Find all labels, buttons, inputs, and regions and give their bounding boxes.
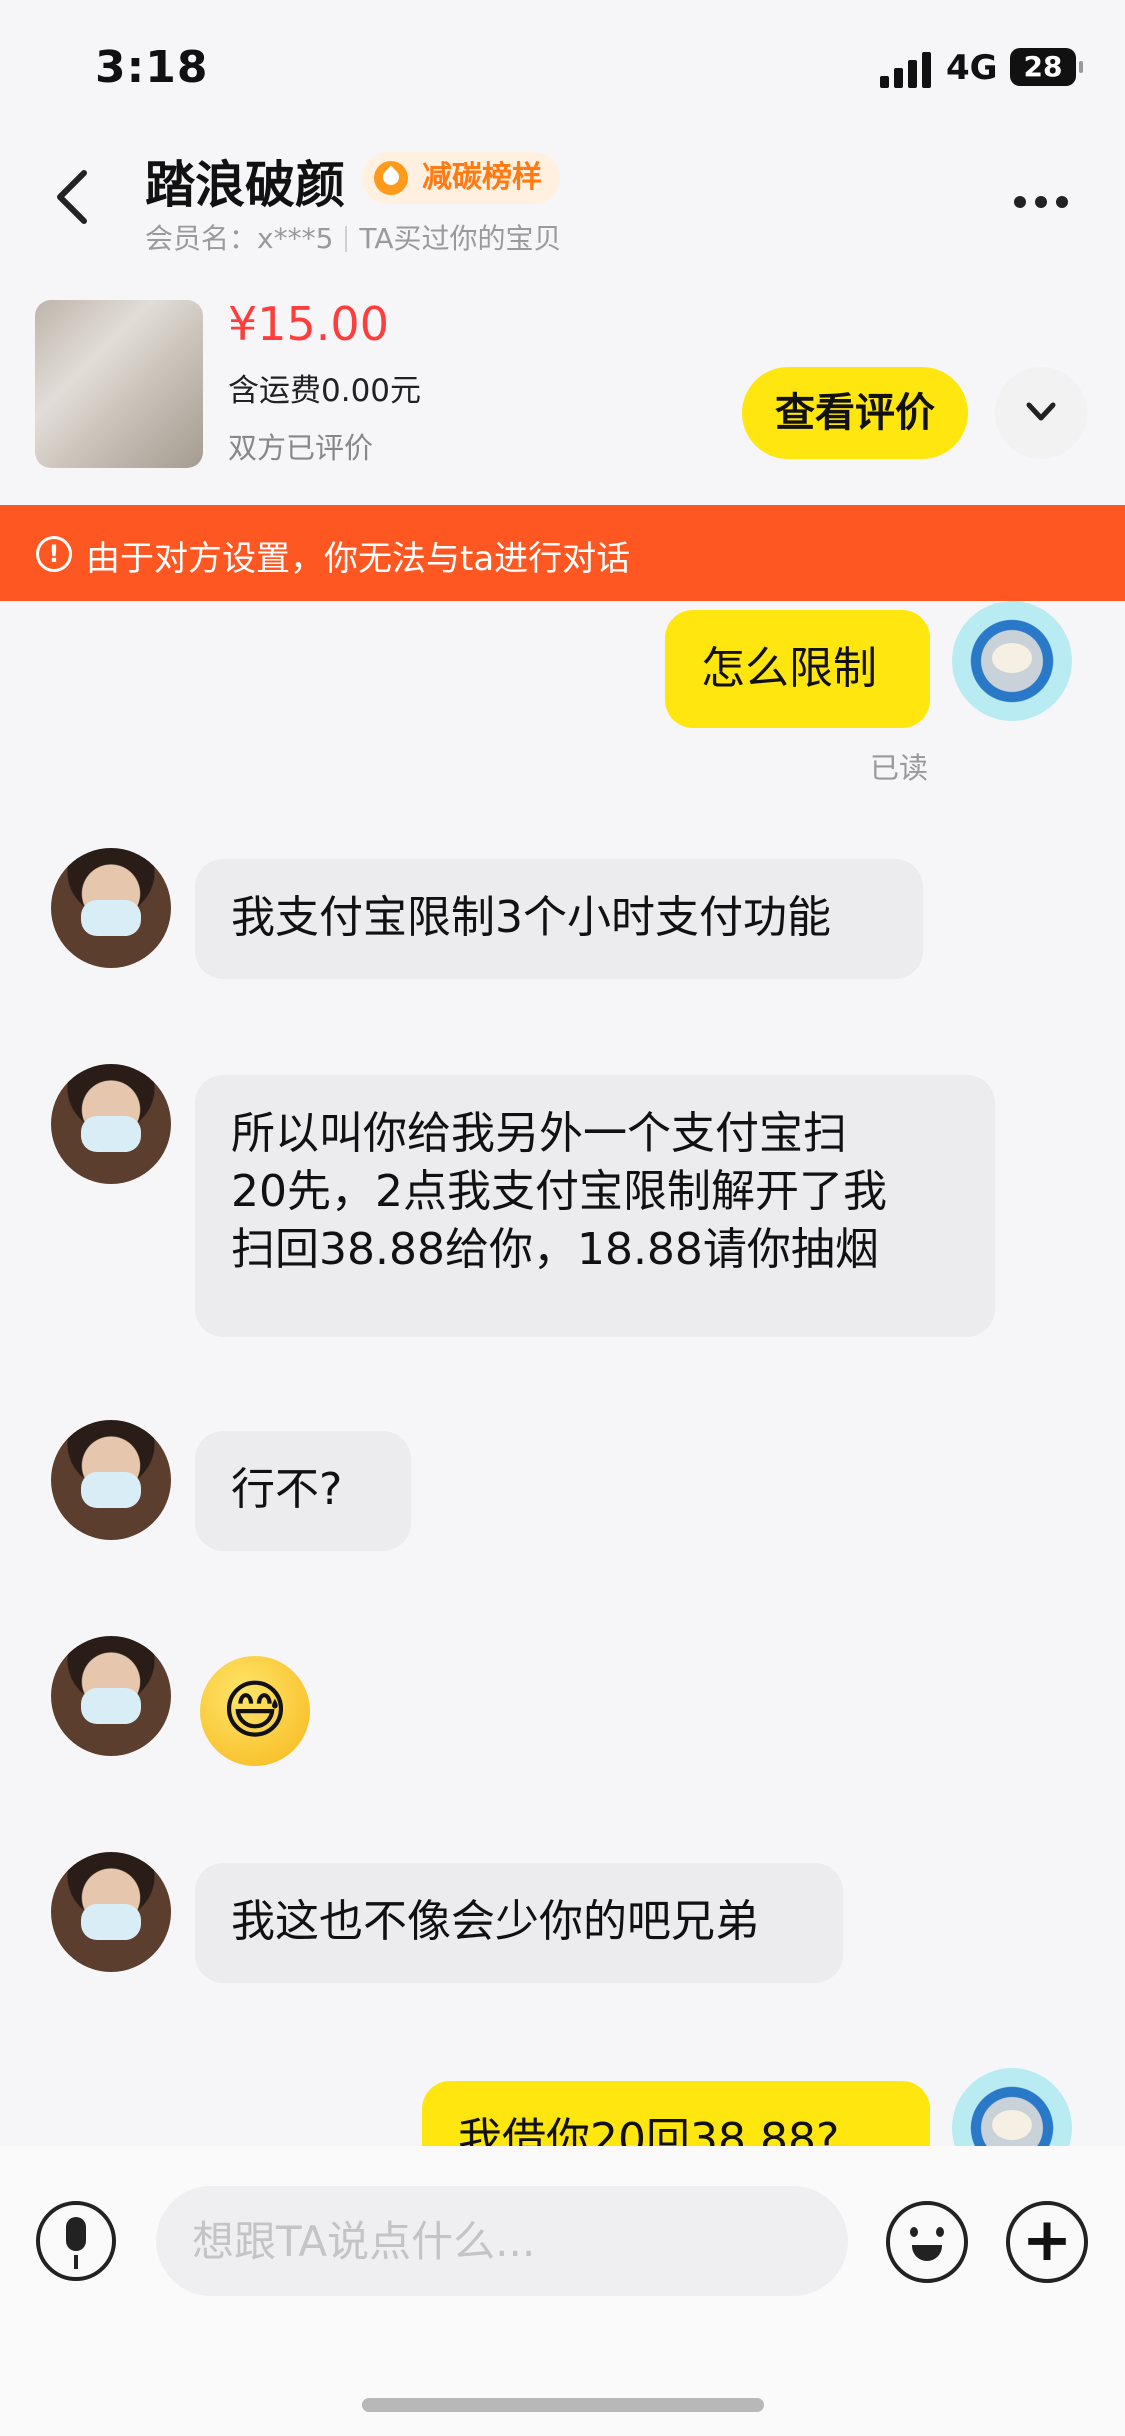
product-thumbnail[interactable] [35,300,203,468]
member-id: 会员名：x***5 [145,222,334,255]
contact-avatar[interactable] [51,1636,171,1756]
read-receipt: 已读 [870,751,929,785]
more-dots-icon[interactable] [1014,193,1077,212]
contact-avatar[interactable] [51,1064,171,1184]
shipping-info: 含运费0.00元 [228,373,422,409]
my-avatar[interactable] [952,601,1072,721]
product-card: ¥15.00 含运费0.00元 双方已评价 查看评价 [0,285,1125,505]
contact-avatar[interactable] [51,848,171,968]
chevron-down-icon [1026,402,1056,421]
network-type: 4G [946,48,998,88]
smiley-icon[interactable] [886,2201,968,2283]
plus-icon[interactable]: + [1006,2201,1088,2283]
status-bar: 3:18 4G 28 [0,0,1125,135]
message-list[interactable]: 怎么限制 已读 我支付宝限制3个小时支付功能 所以叫你给我另外一个支付宝扫 20… [0,601,1125,2146]
message-bubble-out[interactable]: 我借你20回38.88? [422,2081,930,2146]
contact-name: 踏浪破颜 [145,156,345,214]
chevron-left-icon[interactable] [52,167,92,227]
message-bubble-in[interactable]: 我支付宝限制3个小时支付功能 [195,859,923,979]
chat-header: 踏浪破颜 减碳榜样 会员名：x***5 TA买过你的宝贝 [0,135,1125,285]
contact-avatar[interactable] [51,1420,171,1540]
view-review-button[interactable]: 查看评价 [742,367,968,459]
message-line: 20先，2点我支付宝限制解开了我 [231,1166,887,1217]
my-avatar[interactable] [952,2068,1072,2146]
message-line: 扫回38.88给你，18.88请你抽烟 [231,1224,879,1275]
expand-button[interactable] [995,367,1087,459]
home-indicator[interactable] [362,2398,764,2412]
battery-icon: 28 [1010,48,1083,86]
badge-label: 减碳榜样 [422,160,542,195]
sweat-smile-emoji[interactable]: 😅 [200,1656,310,1766]
product-price: ¥15.00 [228,297,389,351]
member-info: 会员名：x***5 TA买过你的宝贝 [145,217,561,257]
message-bubble-in[interactable]: 我这也不像会少你的吧兄弟 [195,1863,843,1983]
microphone-icon[interactable] [36,2201,116,2281]
divider [345,226,348,252]
message-line: 所以叫你给我另外一个支付宝扫 [231,1108,847,1159]
leaf-icon [374,161,408,195]
relation-text: TA买过你的宝贝 [359,222,562,255]
contact-avatar[interactable] [51,1852,171,1972]
message-input[interactable] [156,2186,848,2296]
message-bubble-out[interactable]: 怎么限制 [665,610,930,728]
message-bubble-in[interactable]: 所以叫你给我另外一个支付宝扫 20先，2点我支付宝限制解开了我 扫回38.88给… [195,1075,995,1337]
input-bar: + [0,2146,1125,2436]
restriction-notice: ! 由于对方设置，你无法与ta进行对话 [0,505,1125,601]
rating-status: 双方已评价 [228,431,374,465]
alert-circle-icon: ! [36,536,72,572]
signal-icon [880,50,936,88]
carbon-badge: 减碳榜样 [362,152,560,204]
message-bubble-in[interactable]: 行不? [195,1431,411,1551]
notice-text: 由于对方设置，你无法与ta进行对话 [86,539,631,579]
status-time: 3:18 [95,42,209,93]
